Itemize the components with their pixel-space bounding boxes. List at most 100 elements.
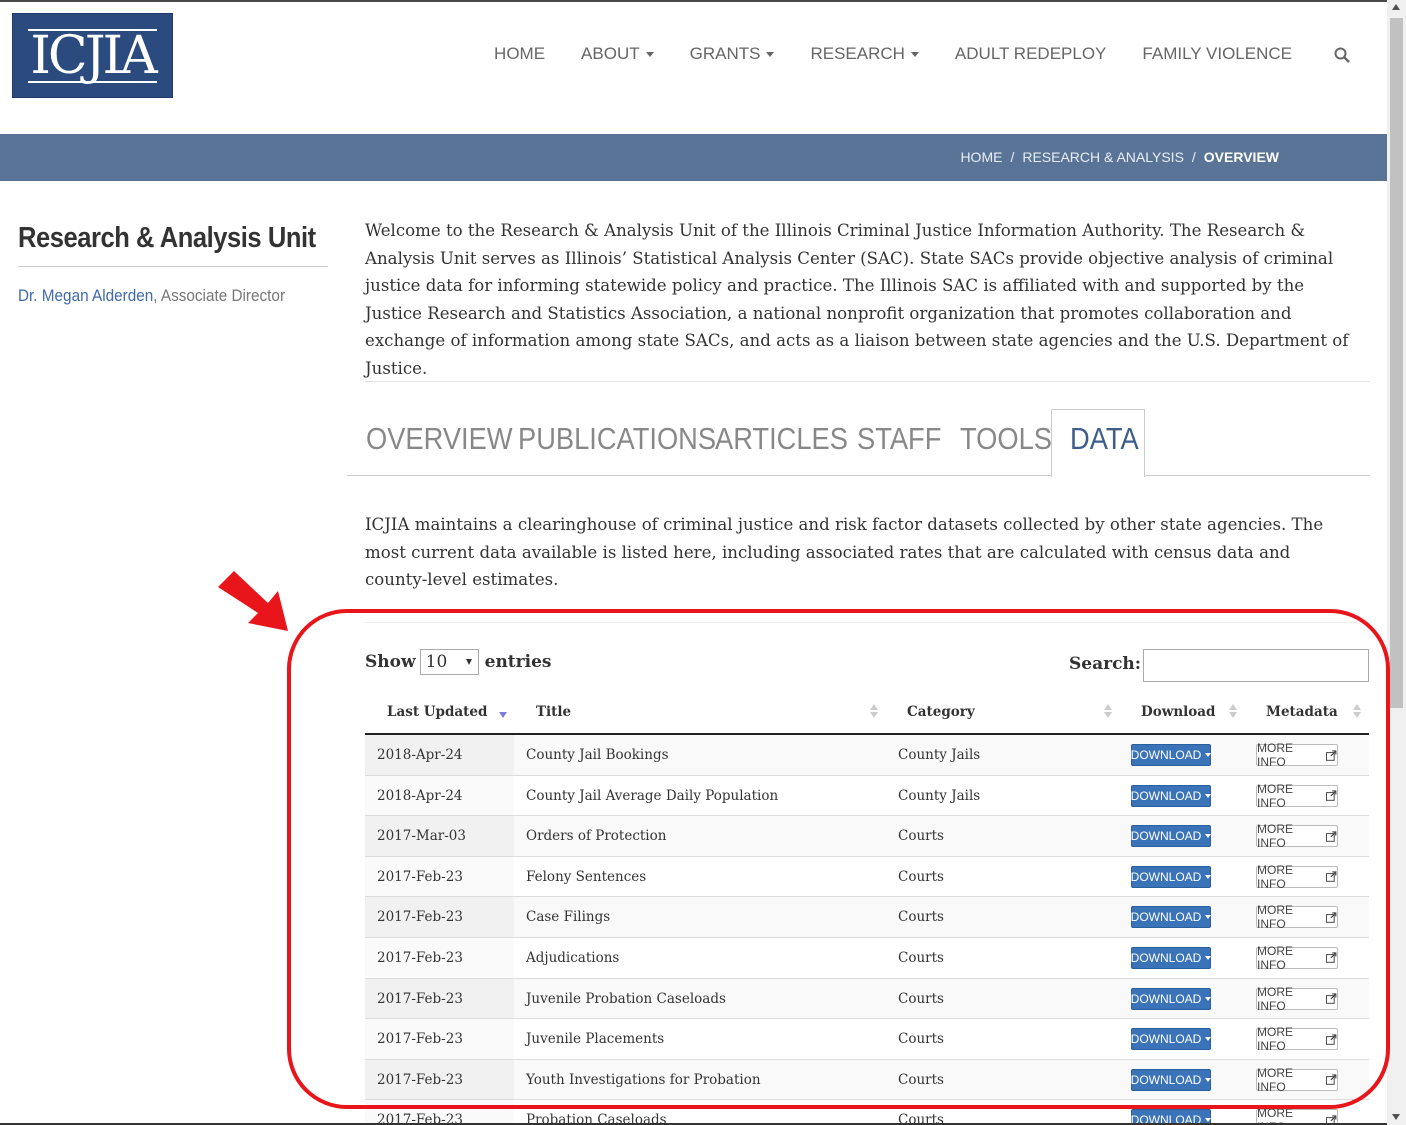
column-header-last-updated[interactable]: Last Updated — [387, 704, 487, 720]
more-info-button[interactable]: MORE INFO — [1256, 903, 1338, 932]
nav-item-family-violence[interactable]: FAMILY VIOLENCE — [1142, 44, 1292, 64]
caret-down-icon — [1205, 1118, 1212, 1123]
tab-data[interactable]: DATA — [1070, 421, 1139, 457]
more-info-button[interactable]: MORE INFO — [1256, 985, 1338, 1013]
download-button[interactable]: DOWNLOAD — [1131, 865, 1212, 888]
search-input[interactable] — [1143, 649, 1369, 682]
download-button[interactable]: DOWNLOAD — [1130, 1028, 1212, 1051]
download-button[interactable]: DOWNLOAD — [1131, 825, 1212, 848]
more-info-button[interactable]: MORE INFO — [1256, 822, 1338, 850]
datasets-table: Last Updated Title Category Download Met… — [365, 692, 1369, 1125]
caret-down-icon — [1205, 1077, 1212, 1082]
column-header-download[interactable]: Download — [1141, 704, 1215, 720]
external-link-icon — [1326, 871, 1337, 883]
download-label: DOWNLOAD — [1130, 950, 1202, 965]
scroll-up-arrow[interactable] — [1392, 4, 1400, 10]
nav-item-grants[interactable]: GRANTS — [690, 44, 775, 64]
show-label: Show — [365, 652, 416, 672]
icjia-logo[interactable]: ICJIA — [12, 13, 173, 98]
more-info-button[interactable]: MORE INFO — [1256, 944, 1338, 972]
download-button[interactable]: DOWNLOAD — [1131, 744, 1212, 766]
search-icon[interactable] — [1334, 47, 1350, 63]
nav-item-label: ADULT REDEPLOY — [954, 44, 1107, 63]
breadcrumb-bar: HOME / RESEARCH & ANALYSIS / OVERVIEW — [0, 134, 1387, 181]
tab-overview[interactable]: OVERVIEW — [366, 421, 513, 457]
entries-value: 10 — [425, 652, 448, 672]
red-arrow-annotation — [218, 571, 288, 631]
caret-down-icon — [1205, 834, 1212, 839]
cell-category: County Jails — [898, 787, 981, 804]
scroll-down-arrow[interactable] — [1392, 1114, 1400, 1120]
caret-down-icon — [910, 51, 919, 57]
sort-desc-icon — [499, 712, 507, 718]
scroll-thumb[interactable] — [1390, 18, 1403, 708]
external-link-icon — [1326, 952, 1337, 964]
download-button[interactable]: DOWNLOAD — [1130, 906, 1212, 929]
sidebar-title: Research & Analysis Unit — [18, 222, 316, 254]
nav-item-label: HOME — [494, 44, 546, 63]
main-nav: HOME ABOUT GRANTS RESEARCH ADULT REDEPLOY FAM… — [458, 44, 1352, 64]
nav-item-about[interactable]: ABOUT — [581, 44, 654, 64]
more-info-label: MORE INFO — [1257, 1065, 1293, 1094]
entries-select[interactable]: 10 — [419, 649, 479, 675]
nav-item-adult-redeploy[interactable]: ADULT REDEPLOY — [955, 44, 1106, 64]
external-link-icon — [1326, 1034, 1337, 1045]
download-button[interactable]: DOWNLOAD — [1131, 1068, 1212, 1091]
page-scrollbar[interactable] — [1387, 0, 1406, 1125]
sort-icon — [1353, 704, 1361, 720]
more-info-button[interactable]: MORE INFO — [1256, 1065, 1338, 1094]
column-header-metadata[interactable]: Metadata — [1266, 704, 1338, 720]
download-label: DOWNLOAD — [1130, 788, 1202, 803]
cell-title: Case Filings — [526, 909, 611, 926]
tab-articles[interactable]: ARTICLES — [715, 421, 848, 457]
download-label: DOWNLOAD — [1130, 910, 1202, 925]
top-border — [0, 0, 1406, 2]
tab-tools[interactable]: TOOLS — [960, 421, 1052, 457]
caret-down-icon — [1205, 955, 1212, 960]
breadcrumb: HOME / RESEARCH & ANALYSIS / OVERVIEW — [960, 149, 1279, 165]
sort-icon — [870, 704, 878, 720]
tab-staff[interactable]: STAFF — [857, 421, 941, 457]
nav-item-research[interactable]: RESEARCH — [810, 44, 919, 64]
nav-item-label: FAMILY VIOLENCE — [1142, 44, 1292, 63]
caret-down-icon — [1205, 874, 1212, 879]
tab-publications[interactable]: PUBLICATIONS — [518, 421, 716, 457]
more-info-button[interactable]: MORE INFO — [1256, 1025, 1338, 1054]
external-link-icon — [1326, 912, 1337, 923]
more-info-label: MORE INFO — [1257, 1025, 1293, 1054]
more-info-button[interactable]: MORE INFO — [1256, 781, 1338, 810]
logo-text: ICJIA — [28, 25, 158, 86]
cell-title: County Jail Average Daily Population — [526, 787, 779, 804]
table-row: 2017-Mar-03 Orders of Protection Courts DOW… — [365, 816, 1369, 857]
external-link-icon — [1326, 790, 1337, 801]
sort-icon — [1104, 704, 1112, 720]
breadcrumb-section[interactable]: RESEARCH & ANALYSIS — [1022, 149, 1184, 165]
entries-control: Show 10 entries — [365, 649, 551, 675]
more-info-label: MORE INFO — [1257, 781, 1293, 810]
download-label: DOWNLOAD — [1130, 991, 1202, 1006]
more-info-label: MORE INFO — [1257, 903, 1293, 932]
breadcrumb-home[interactable]: HOME — [960, 149, 1002, 165]
download-button[interactable]: DOWNLOAD — [1130, 784, 1212, 807]
more-info-button[interactable]: MORE INFO — [1256, 863, 1338, 891]
download-button[interactable]: DOWNLOAD — [1130, 946, 1212, 969]
column-header-title[interactable]: Title — [536, 704, 571, 720]
cell-last-updated: 2017-Feb-23 — [377, 909, 463, 926]
sort-icon — [1229, 704, 1237, 720]
external-link-icon — [1326, 749, 1337, 761]
nav-item-home[interactable]: HOME — [494, 44, 545, 64]
cell-title: Orders of Protection — [526, 828, 667, 845]
search-label: Search: — [1069, 654, 1142, 674]
download-label: DOWNLOAD — [1130, 1032, 1202, 1047]
column-header-category[interactable]: Category — [907, 704, 975, 720]
divider — [365, 381, 1370, 382]
download-button[interactable]: DOWNLOAD — [1130, 987, 1212, 1010]
entries-label: entries — [484, 652, 552, 672]
director-link[interactable]: Dr. Megan Alderden — [18, 286, 153, 305]
table-row: 2017-Feb-23 Juvenile Probation Caseloads C… — [365, 978, 1369, 1020]
intro-paragraph: Welcome to the Research & Analysis Unit … — [365, 221, 1349, 378]
more-info-button[interactable]: MORE INFO — [1256, 741, 1338, 769]
data-description: ICJIA maintains a clearinghouse of crimi… — [365, 515, 1324, 590]
nav-item-label: ABOUT — [581, 44, 640, 63]
cell-title: Juvenile Placements — [526, 1031, 665, 1048]
